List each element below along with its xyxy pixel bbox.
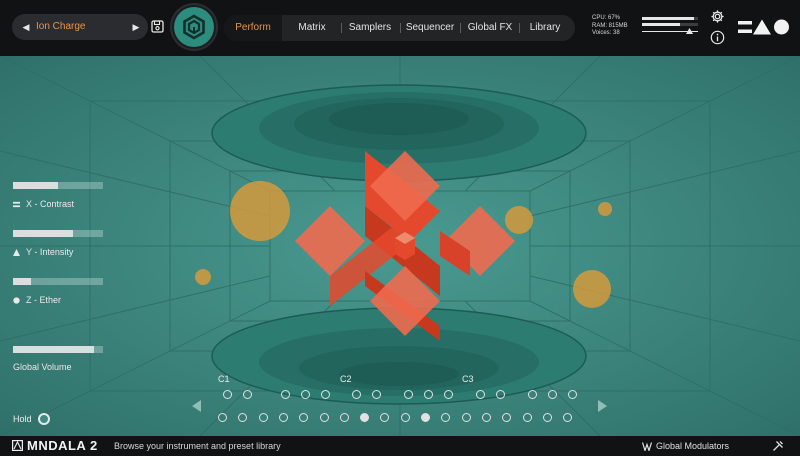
- main-tabs: Perform Matrix Samplers Sequencer Global…: [224, 15, 575, 41]
- next-preset-button[interactable]: ▶: [126, 14, 146, 40]
- perform-view: X - Contrast Y - Intensity Z - Ether Glo…: [0, 56, 800, 436]
- tab-separator: [400, 23, 401, 33]
- octave-label-c3: C3: [462, 374, 474, 384]
- hold-toggle[interactable]: Hold: [13, 413, 50, 425]
- trigger-key-white[interactable]: [421, 413, 430, 422]
- tab-separator: [460, 23, 461, 33]
- ram-readout: RAM: 815MB: [592, 22, 628, 29]
- tools-icon[interactable]: [772, 440, 784, 452]
- global-modulators-button[interactable]: Global Modulators: [642, 441, 729, 451]
- performance-stats: CPU: 67% RAM: 815MB Voices: 38: [592, 15, 628, 38]
- trigger-key-black[interactable]: [352, 390, 361, 399]
- octave-label-c1: C1: [218, 374, 230, 384]
- trigger-key-white[interactable]: [319, 413, 329, 422]
- tab-perform[interactable]: Perform: [224, 15, 282, 41]
- trigger-key-white[interactable]: [542, 413, 552, 422]
- trigger-key-white[interactable]: [218, 413, 227, 422]
- app-logo-icon: [12, 440, 23, 451]
- previous-preset-button[interactable]: ◀: [16, 14, 36, 40]
- trigger-key-black[interactable]: [404, 390, 413, 399]
- hold-label: Hold: [13, 414, 32, 424]
- trigger-key-black[interactable]: [528, 390, 537, 399]
- global-volume-label: Global Volume: [13, 362, 72, 372]
- hold-knob-icon[interactable]: [37, 413, 50, 425]
- brand-logo-icon: [738, 19, 789, 35]
- ether-label-text: Z - Ether: [26, 295, 62, 305]
- trigger-key-white[interactable]: [481, 413, 491, 422]
- trigger-key-white[interactable]: [400, 413, 410, 422]
- octave-label-c2: C2: [340, 374, 352, 384]
- status-hint: Browse your instrument and preset librar…: [114, 441, 281, 451]
- top-bar: ◀ Ion Charge ▶ Perform Matrix Samplers S…: [0, 0, 800, 56]
- voices-readout: Voices: 38: [592, 30, 620, 36]
- modulator-wave-icon: [642, 441, 652, 451]
- save-icon[interactable]: [151, 20, 164, 33]
- preset-name[interactable]: Ion Charge: [36, 14, 124, 40]
- tunnel-visualizer: [0, 56, 800, 436]
- ether-slider-fill: [13, 278, 31, 285]
- tab-sequencer[interactable]: Sequencer: [402, 15, 458, 41]
- keyboard-left-arrow[interactable]: [192, 400, 201, 412]
- keyboard-right-arrow[interactable]: [598, 400, 607, 412]
- trigger-key-black[interactable]: [301, 390, 310, 399]
- trigger-key-black[interactable]: [223, 390, 232, 399]
- trigger-key-black[interactable]: [424, 390, 433, 399]
- trigger-key-black[interactable]: [496, 390, 505, 399]
- preset-selector[interactable]: ◀ Ion Charge ▶: [12, 14, 148, 40]
- trigger-key-black[interactable]: [568, 390, 577, 399]
- trigger-key-white[interactable]: [522, 413, 532, 422]
- cpu-readout: CPU: 67%: [592, 15, 621, 21]
- tab-samplers[interactable]: Samplers: [344, 15, 396, 41]
- trigger-key-black[interactable]: [476, 390, 485, 399]
- tab-matrix[interactable]: Matrix: [286, 15, 338, 41]
- output-meter-fill: [642, 23, 680, 26]
- instrument-logo-button[interactable]: [174, 7, 214, 47]
- trigger-key-white[interactable]: [278, 413, 288, 422]
- intensity-label: Y - Intensity: [13, 247, 73, 257]
- trigger-key-white[interactable]: [461, 413, 471, 422]
- app-title: MNDALA 2: [27, 438, 98, 453]
- trigger-key-black[interactable]: [321, 390, 330, 399]
- contrast-label-text: X - Contrast: [26, 199, 75, 209]
- hexagon-logo-icon: [183, 14, 205, 40]
- tab-global-fx[interactable]: Global FX: [462, 15, 518, 41]
- circle-icon: [13, 296, 20, 304]
- tab-library[interactable]: Library: [520, 15, 570, 41]
- global-modulators-label: Global Modulators: [656, 441, 730, 451]
- trigger-key-white[interactable]: [258, 413, 268, 422]
- intensity-label-text: Y - Intensity: [26, 247, 74, 257]
- contrast-slider-fill: [13, 182, 58, 189]
- level-slider-handle-icon[interactable]: [686, 28, 693, 34]
- info-icon[interactable]: [710, 30, 725, 45]
- global-volume-slider-fill: [13, 346, 94, 353]
- volume-meter-fill: [642, 17, 694, 20]
- triangle-icon: [13, 248, 20, 256]
- intensity-slider-fill: [13, 230, 73, 237]
- trigger-key-black[interactable]: [243, 390, 252, 399]
- trigger-key-black[interactable]: [548, 390, 557, 399]
- trigger-key-black[interactable]: [372, 390, 381, 399]
- trigger-key-black[interactable]: [281, 390, 290, 399]
- tab-separator: [341, 23, 342, 33]
- bottom-bar: MNDALA 2 Browse your instrument and pres…: [0, 436, 800, 456]
- trigger-key-black[interactable]: [444, 390, 453, 399]
- ether-label: Z - Ether: [13, 295, 61, 305]
- equals-icon: [13, 201, 20, 207]
- global-volume-label-text: Global Volume: [13, 362, 72, 372]
- contrast-label: X - Contrast: [13, 199, 74, 209]
- trigger-key-white[interactable]: [339, 413, 349, 422]
- output-meters[interactable]: [642, 17, 698, 37]
- gear-icon[interactable]: [710, 9, 725, 24]
